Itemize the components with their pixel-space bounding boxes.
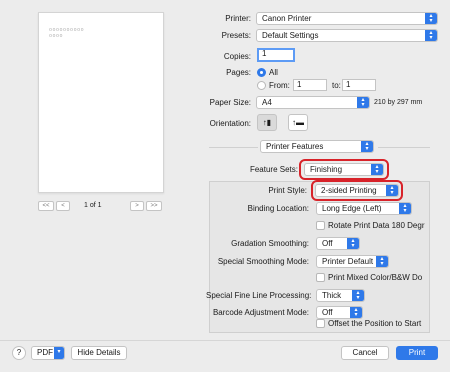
fine-line-label: Special Fine Line Processing: xyxy=(206,291,312,300)
chevron-updown-icon: ▴ ▾ xyxy=(376,256,388,267)
copies-label: Copies: xyxy=(223,52,251,61)
pages-from-label: From: xyxy=(269,81,290,90)
binding-location-label: Binding Location: xyxy=(247,204,309,213)
presets-label: Presets: xyxy=(221,31,251,40)
pages-to-label: to: xyxy=(332,81,341,90)
bottom-divider xyxy=(0,340,450,341)
chevron-updown-icon: ▴ ▾ xyxy=(347,238,359,249)
special-smoothing-popup[interactable]: Printer Default ▴ ▾ xyxy=(316,255,389,268)
gradation-smoothing-popup[interactable]: Off ▴ ▾ xyxy=(316,237,360,250)
print-button[interactable]: Print xyxy=(396,346,438,360)
barcode-label: Barcode Adjustment Mode: xyxy=(212,308,309,317)
feature-sets-highlight xyxy=(299,159,389,180)
landscape-orientation-button[interactable]: ↑▬ xyxy=(288,114,308,131)
chevron-updown-icon: ▴ ▾ xyxy=(425,13,437,24)
chevron-updown-icon: ▴ ▾ xyxy=(399,203,411,214)
portrait-orientation-button[interactable]: ↑▮ xyxy=(257,114,277,131)
offset-position-label: Offset the Position to Start xyxy=(328,319,422,328)
print-style-highlight xyxy=(311,180,403,201)
rotate-180-checkbox[interactable] xyxy=(316,221,325,230)
portrait-icon: ↑▮ xyxy=(262,118,272,127)
cancel-button[interactable]: Cancel xyxy=(341,346,389,360)
chevron-down-icon: ▾ xyxy=(54,347,64,359)
pages-to-field[interactable]: 1 xyxy=(342,79,376,91)
paper-size-popup[interactable]: A4 ▴ ▾ xyxy=(256,96,370,109)
feature-sets-label: Feature Sets: xyxy=(249,165,298,174)
chevron-updown-icon: ▴ ▾ xyxy=(357,97,369,108)
binding-location-popup[interactable]: Long Edge (Left) ▴ ▾ xyxy=(316,202,412,215)
binding-location-value: Long Edge (Left) xyxy=(322,204,382,213)
paper-size-value: A4 xyxy=(262,98,272,107)
presets-popup[interactable]: Default Settings ▴ ▾ xyxy=(256,29,438,42)
print-style-label: Print Style: xyxy=(268,186,307,195)
presets-value: Default Settings xyxy=(262,31,319,40)
landscape-icon: ↑▬ xyxy=(292,118,304,127)
paper-size-label: Paper Size: xyxy=(209,98,251,107)
fine-line-value: Thick xyxy=(322,291,342,300)
pages-all-label: All xyxy=(269,68,278,77)
gradation-smoothing-value: Off xyxy=(322,239,333,248)
pages-label: Pages: xyxy=(226,68,251,77)
chevron-updown-icon: ▴ ▾ xyxy=(361,141,373,152)
fine-line-popup[interactable]: Thick ▴ ▾ xyxy=(316,289,365,302)
last-page-button[interactable]: >> xyxy=(146,201,162,211)
barcode-value: Off xyxy=(322,308,333,317)
offset-position-checkbox[interactable] xyxy=(316,319,325,328)
pdf-label: PDF xyxy=(37,348,53,357)
preview-content: oooooooooo oooo xyxy=(49,27,85,39)
special-smoothing-value: Printer Default xyxy=(322,257,374,266)
divider-left xyxy=(209,147,258,148)
paper-dimensions: 210 by 297 mm xyxy=(374,99,423,106)
pages-from-field[interactable]: 1 xyxy=(293,79,327,91)
gradation-smoothing-label: Gradation Smoothing: xyxy=(231,239,309,248)
page-preview xyxy=(38,12,164,193)
printer-label: Printer: xyxy=(225,14,251,23)
pages-all-radio[interactable] xyxy=(257,68,266,77)
printer-popup[interactable]: Canon Printer ▴ ▾ xyxy=(256,12,438,25)
chevron-updown-icon: ▴ ▾ xyxy=(425,30,437,41)
previous-page-button[interactable]: < xyxy=(56,201,70,211)
first-page-button[interactable]: << xyxy=(38,201,54,211)
section-value: Printer Features xyxy=(266,142,324,151)
help-button[interactable]: ? xyxy=(12,346,26,360)
print-mixed-checkbox[interactable] xyxy=(316,273,325,282)
pages-from-radio[interactable] xyxy=(257,81,266,90)
page-indicator: 1 of 1 xyxy=(84,202,102,209)
section-popup[interactable]: Printer Features ▴ ▾ xyxy=(260,140,374,153)
orientation-label: Orientation: xyxy=(209,119,251,128)
pdf-menu-button[interactable]: PDF ▾ xyxy=(31,346,65,360)
chevron-updown-icon: ▴ ▾ xyxy=(350,307,362,318)
print-mixed-label: Print Mixed Color/B&W Do xyxy=(328,273,423,282)
rotate-180-label: Rotate Print Data 180 Degr xyxy=(328,221,425,230)
copies-field[interactable]: 1 xyxy=(257,48,295,62)
hide-details-button[interactable]: Hide Details xyxy=(71,346,127,360)
special-smoothing-label: Special Smoothing Mode: xyxy=(217,257,309,266)
printer-value: Canon Printer xyxy=(262,14,312,23)
divider-right xyxy=(378,147,430,148)
chevron-updown-icon: ▴ ▾ xyxy=(352,290,364,301)
next-page-button[interactable]: > xyxy=(130,201,144,211)
